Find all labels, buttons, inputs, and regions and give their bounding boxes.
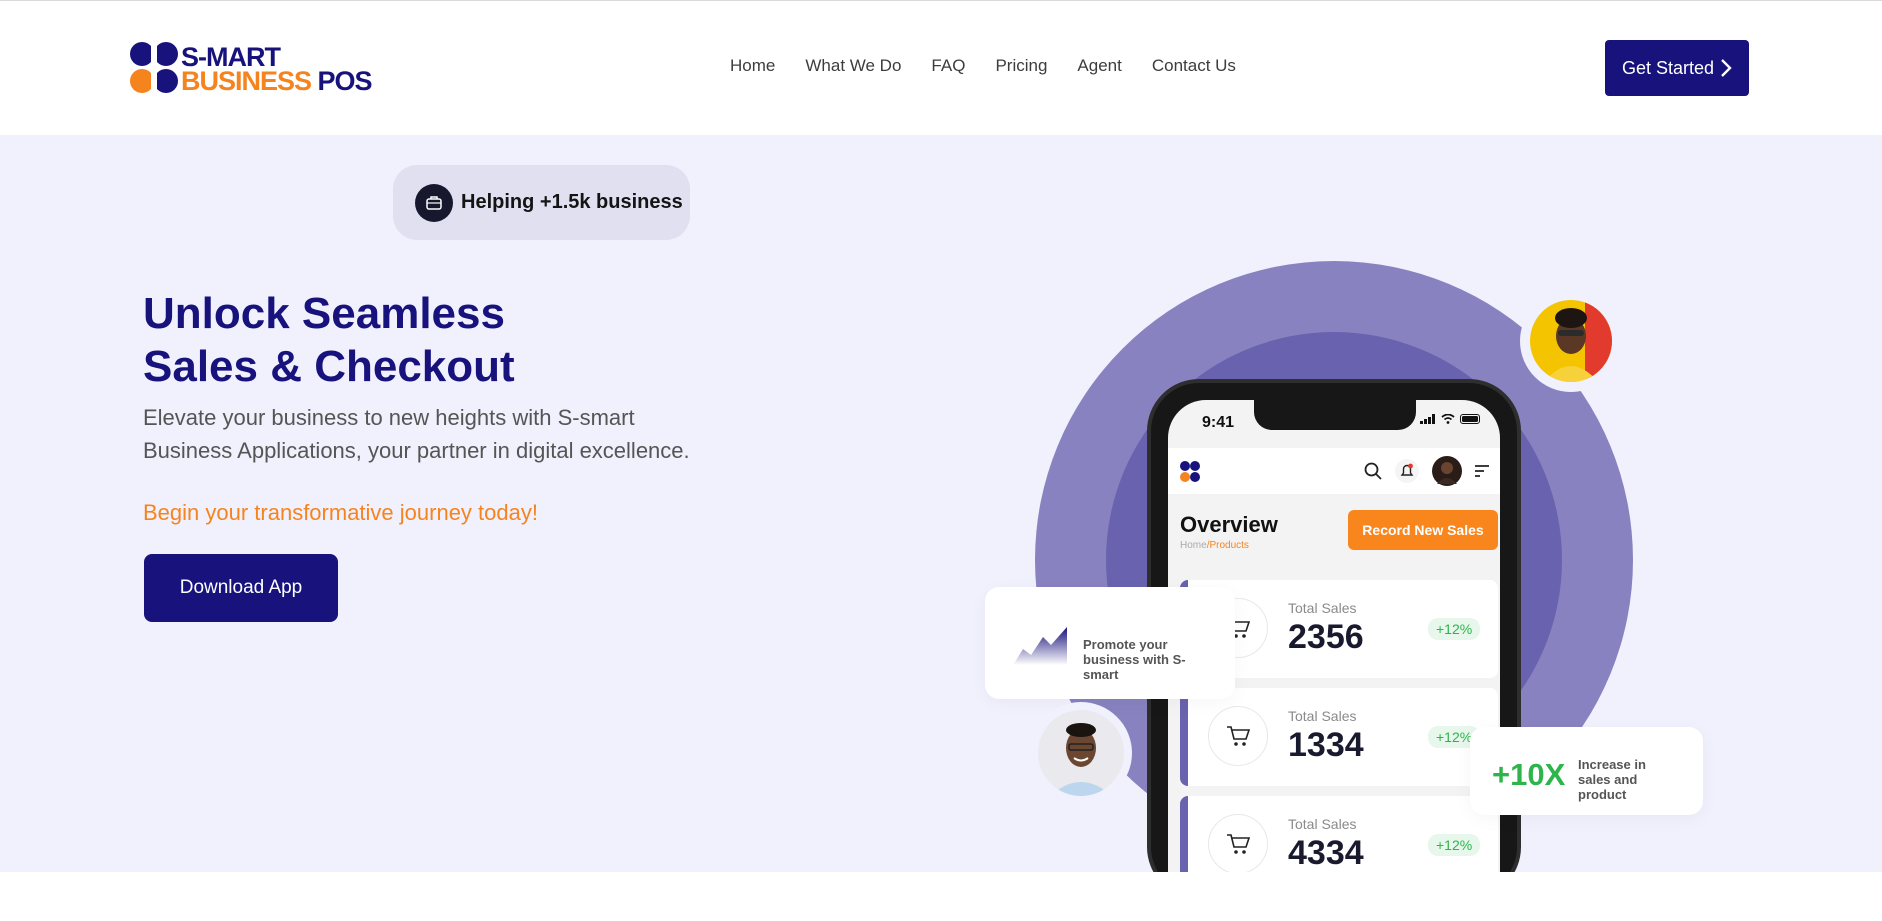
battery-icon [1460,414,1480,424]
cart-icon [1208,706,1268,766]
nav-pricing[interactable]: Pricing [995,56,1047,76]
wifi-icon [1441,414,1455,424]
chevron-right-icon [1721,59,1732,77]
nav-home[interactable]: Home [730,56,775,76]
nav-agent[interactable]: Agent [1077,56,1121,76]
stat-text: Increase in sales and product [1578,757,1646,802]
card-change: +12% [1428,618,1481,640]
helping-badge: Helping +1.5k business [393,165,690,240]
overview-title: Overview [1180,512,1278,537]
phone-breadcrumb: Home/Products [1180,540,1249,551]
card-value: 4334 [1288,834,1364,872]
badge-text: Helping +1.5k business [461,191,683,213]
brand-line-2-business: BUSINESS [181,66,312,96]
avatar-woman [1520,290,1622,392]
hero-headline: Unlock Seamless Sales & Checkout [143,287,515,393]
promo-text: Promote your business with S-smart [1083,637,1186,682]
briefcase-icon [415,183,453,222]
nav-contact-us[interactable]: Contact Us [1152,56,1236,76]
breadcrumb-current: /Products [1206,540,1249,551]
logo-mark-icon [130,41,178,95]
get-started-button[interactable]: Get Started [1605,40,1749,96]
user-avatar[interactable] [1432,456,1462,486]
brand-wordmark: S-MART BUSINESS POS [181,44,373,96]
status-time: 9:41 [1202,414,1235,431]
promo-card: Promote your business with S-smart [985,587,1235,699]
stat-value: +10X [1492,757,1566,792]
card-label: Total Sales [1288,816,1357,832]
avatar-woman-image [1530,300,1612,382]
avatar-man [1030,702,1132,804]
phone-notch [1254,400,1416,430]
filter-menu-icon[interactable] [1474,464,1490,478]
breadcrumb-home[interactable]: Home [1180,540,1207,551]
nav-what-we-do[interactable]: What We Do [805,56,901,76]
cart-icon [1208,814,1268,872]
card-value: 2356 [1288,618,1364,656]
main-nav: Home What We Do FAQ Pricing Agent Contac… [730,56,1236,76]
bell-icon[interactable] [1394,458,1420,484]
app-bar-actions [1364,456,1490,486]
site-header: S-MART BUSINESS POS Home What We Do FAQ … [0,1,1882,135]
hero-subtext: Elevate your business to new heights wit… [143,405,690,463]
brand-line-2-pos: POS [311,66,373,96]
hero-tagline: Begin your transformative journey today! [143,500,538,525]
hero-section: Helping +1.5k business Unlock Seamless S… [0,135,1882,872]
brand-line-2: BUSINESS POS [181,66,373,96]
signal-icon [1420,414,1435,424]
growth-chart-icon [1013,627,1067,665]
search-icon[interactable] [1364,462,1382,480]
app-bar [1168,448,1500,494]
headline-line-2: Sales & Checkout [143,342,515,391]
status-icons [1420,414,1482,424]
get-started-label: Get Started [1621,57,1715,78]
sales-card-2: Total Sales 1334 +12% [1180,688,1498,786]
download-app-button[interactable]: Download App [144,554,338,622]
avatar-man-image [1038,710,1124,796]
brand-logo[interactable]: S-MART BUSINESS POS [129,41,379,97]
card-label: Total Sales [1288,600,1357,616]
headline-line-1: Unlock Seamless [143,289,505,338]
card-value: 1334 [1288,726,1364,764]
nav-faq[interactable]: FAQ [931,56,965,76]
increase-stat-card: +10X Increase in sales and product [1470,727,1703,815]
app-logo-icon [1180,461,1200,482]
sales-card-3: Total Sales 4334 +12% [1180,796,1498,872]
card-change: +12% [1428,834,1481,856]
record-new-sales-button[interactable]: Record New Sales [1348,510,1498,550]
card-label: Total Sales [1288,708,1357,724]
